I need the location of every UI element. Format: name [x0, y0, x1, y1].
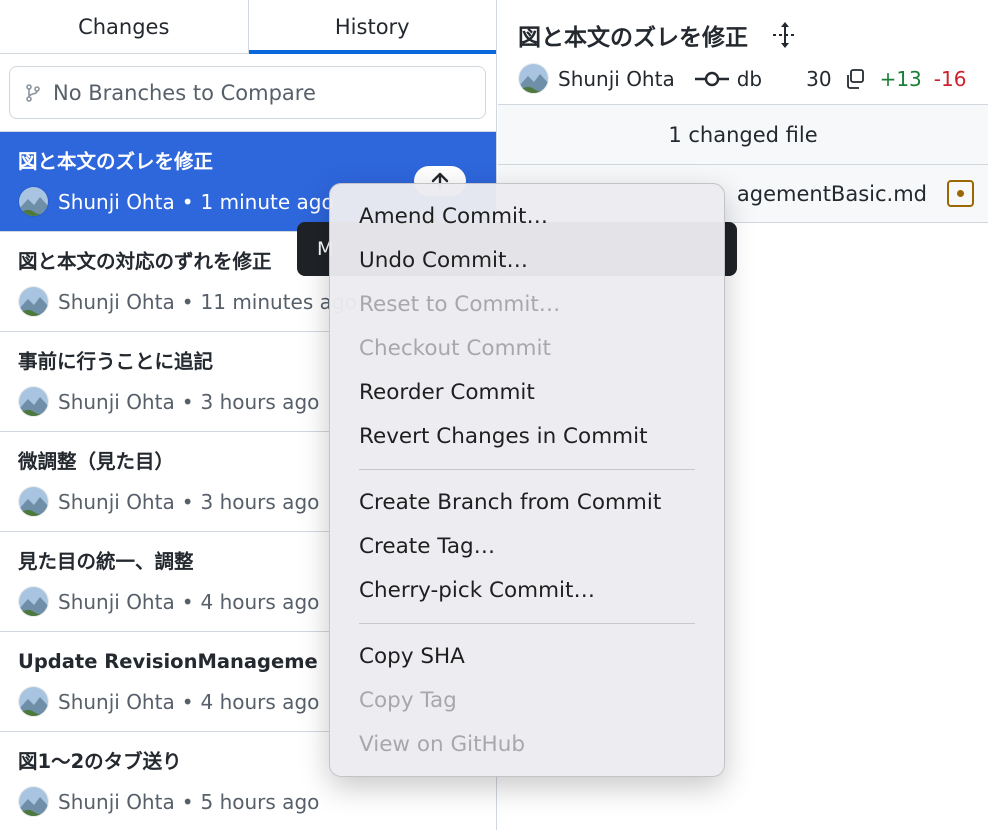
- commit-time: 3 hours ago: [200, 389, 320, 414]
- menu-separator: [359, 469, 695, 470]
- avatar: [18, 186, 49, 217]
- menu-group-branch-actions: Create Branch from Commit Create Tag… Cher…: [330, 481, 724, 613]
- commit-detail-title-row: 図と本文のズレを修正: [518, 18, 988, 52]
- menu-group-commit-actions: Amend Commit… Undo Commit… Reset to Commit…: [330, 195, 724, 459]
- tab-bar: Changes History: [0, 0, 496, 54]
- menu-item-cherry-pick-commit[interactable]: Cherry-pick Commit…: [330, 569, 724, 613]
- commit-author: Shunji Ohta: [58, 789, 175, 814]
- copy-icon[interactable]: [844, 68, 866, 90]
- menu-item-reset-to-commit: Reset to Commit…: [359, 292, 561, 317]
- meta-separator: •: [181, 589, 194, 614]
- meta-separator: •: [181, 489, 194, 514]
- avatar: [18, 486, 49, 517]
- menu-item-revert-changes-in-commit[interactable]: Revert Changes in Commit: [330, 415, 724, 459]
- commit-meta: Shunji Ohta • 5 hours ago: [18, 786, 496, 817]
- deletions-count: -16: [933, 66, 967, 91]
- menu-item-copy-tag: Copy Tag: [359, 688, 457, 713]
- tab-history[interactable]: History: [248, 0, 497, 54]
- avatar: [518, 63, 549, 94]
- meta-separator: •: [181, 189, 194, 214]
- commit-sha-end: 30: [806, 66, 832, 91]
- commit-author: Shunji Ohta: [58, 389, 175, 414]
- tab-changes[interactable]: Changes: [0, 0, 249, 53]
- meta-separator: •: [181, 789, 194, 814]
- changed-files-header: 1 changed file: [498, 105, 988, 165]
- commit-time: 4 hours ago: [200, 689, 320, 714]
- file-name: agementBasic.md: [736, 181, 927, 206]
- menu-item-create-tag[interactable]: Create Tag…: [330, 525, 724, 569]
- menu-item-undo-commit[interactable]: Undo Commit…: [330, 239, 724, 283]
- menu-group-copy-actions: Copy SHA Copy Tag View on GitHub: [330, 635, 724, 767]
- meta-separator: •: [181, 389, 194, 414]
- commit-icon: [694, 71, 729, 86]
- commit-time: 1 minute ago: [200, 189, 334, 214]
- changed-files-count: 1 changed file: [668, 122, 818, 147]
- commit-header: 図と本文のズレを修正 Shunji Ohta db 30 +13 -16: [498, 0, 988, 105]
- modified-file-icon: [947, 180, 974, 207]
- menu-item-reorder-commit[interactable]: Reorder Commit: [330, 371, 724, 415]
- menu-separator: [359, 623, 695, 624]
- menu-item-create-branch-from-commit[interactable]: Create Branch from Commit: [330, 481, 724, 525]
- avatar: [18, 786, 49, 817]
- commit-sha-start: db: [736, 66, 763, 91]
- avatar: [18, 386, 49, 417]
- meta-separator: •: [181, 689, 194, 714]
- menu-item-copy-sha[interactable]: Copy SHA: [330, 635, 724, 679]
- branch-icon: [26, 83, 40, 102]
- avatar: [18, 286, 49, 317]
- menu-item-amend-commit[interactable]: Amend Commit…: [330, 195, 724, 239]
- additions-count: +13: [879, 66, 922, 91]
- commit-time: 5 hours ago: [200, 789, 320, 814]
- avatar: [18, 586, 49, 617]
- menu-item-view-on-github: View on GitHub: [359, 732, 525, 757]
- commit-detail-author: Shunji Ohta: [558, 66, 675, 91]
- meta-separator: •: [181, 289, 194, 314]
- avatar: [18, 686, 49, 717]
- compare-area: No Branches to Compare: [0, 54, 496, 132]
- commit-author: Shunji Ohta: [58, 289, 175, 314]
- move-icon[interactable]: [770, 20, 800, 50]
- commit-detail-meta: Shunji Ohta db 30 +13 -16: [518, 63, 988, 94]
- branch-compare-input[interactable]: No Branches to Compare: [9, 66, 486, 119]
- commit-time: 3 hours ago: [200, 489, 320, 514]
- commit-context-menu: Amend Commit… Undo Commit… Reset to Commit…: [329, 183, 725, 777]
- commit-time: 4 hours ago: [200, 589, 320, 614]
- menu-item-checkout-commit: Checkout Commit: [359, 336, 551, 361]
- branch-compare-placeholder: No Branches to Compare: [53, 80, 316, 105]
- commit-author: Shunji Ohta: [58, 689, 175, 714]
- commit-author: Shunji Ohta: [58, 189, 175, 214]
- commit-author: Shunji Ohta: [58, 489, 175, 514]
- commit-detail-title: 図と本文のズレを修正: [518, 25, 748, 51]
- commit-author: Shunji Ohta: [58, 589, 175, 614]
